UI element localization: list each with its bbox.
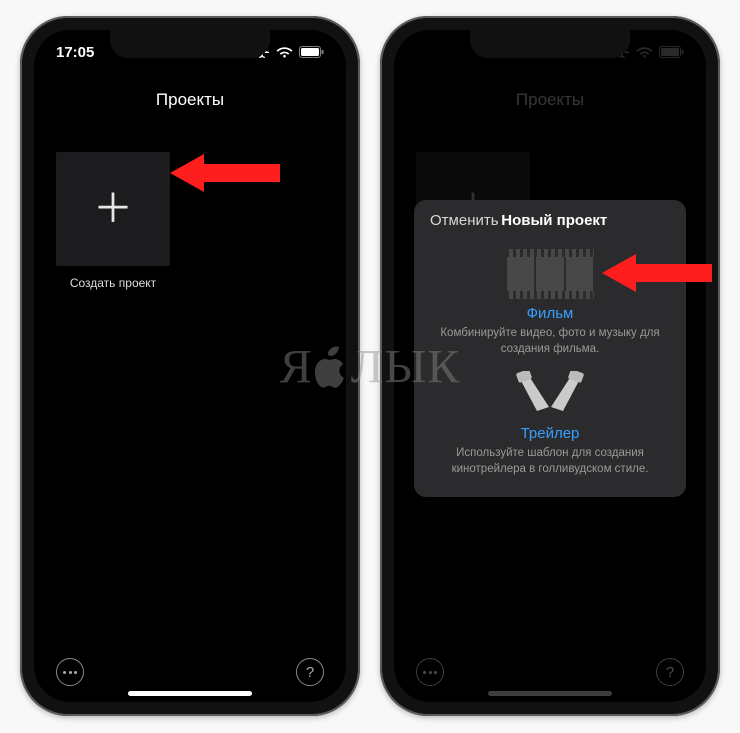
more-button[interactable] [56,658,84,686]
screen-left: 17:05 Проекты ＋ [34,30,346,702]
battery-icon [299,46,324,58]
home-indicator [128,691,252,696]
help-icon: ? [666,664,674,681]
more-icon [63,671,77,674]
movie-description: Комбинируйте видео, фото и музыку для со… [430,326,670,357]
screenshot-stage: 17:05 Проекты ＋ [0,0,740,733]
help-button[interactable]: ? [296,658,324,686]
filmstrip-icon [506,249,594,299]
help-icon: ? [306,664,314,681]
trailer-description: Используйте шаблон для создания кинотрей… [430,446,670,477]
wifi-icon [636,46,653,59]
status-time: 17:05 [56,44,94,61]
annotation-arrow-right [602,250,712,296]
sheet-title: Новый проект [439,212,670,229]
phone-frame-left: 17:05 Проекты ＋ [20,16,360,716]
home-indicator [488,691,612,696]
trailer-option[interactable]: Трейлер Используйте шаблон для создания … [430,371,670,477]
page-title: Проекты [394,82,706,126]
notch [470,30,630,58]
battery-icon [659,46,684,58]
wifi-icon [276,46,293,59]
movie-label: Фильм [430,305,670,322]
spotlights-icon [515,371,585,419]
bottom-toolbar: ? [394,658,706,686]
new-project-sheet: Отменить Новый проект Фильм Комбинируйте… [414,200,686,497]
bottom-toolbar: ? [34,658,346,686]
phone-frame-right: Проекты ＋ ? Отменить [380,16,720,716]
more-button[interactable] [416,658,444,686]
create-project-box[interactable]: ＋ [56,152,170,266]
help-button[interactable]: ? [656,658,684,686]
screen-right: Проекты ＋ ? Отменить [394,30,706,702]
annotation-arrow-left [170,150,280,196]
plus-icon: ＋ [93,189,133,229]
page-title: Проекты [34,82,346,126]
more-icon [423,671,437,674]
create-project-caption: Создать проект [56,276,170,290]
notch [110,30,270,58]
trailer-label: Трейлер [430,425,670,442]
sheet-header: Отменить Новый проект [430,212,670,235]
create-project-tile[interactable]: ＋ Создать проект [56,152,170,290]
